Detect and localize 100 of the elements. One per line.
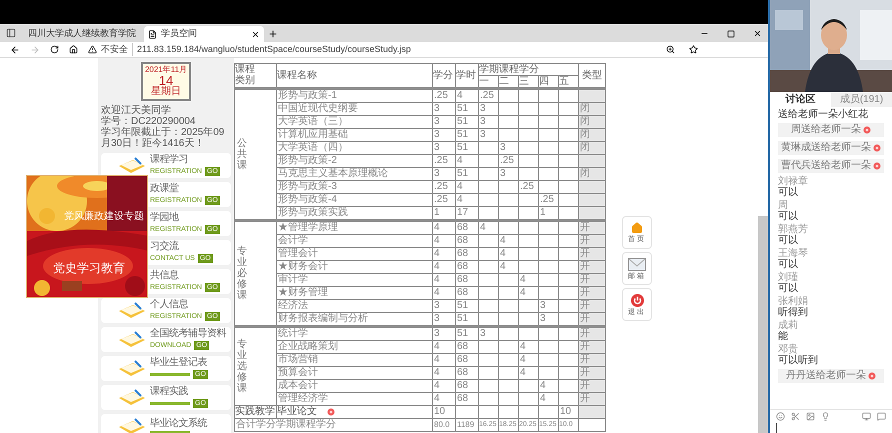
gift-text: 黄琳成送给老师一朵 [781, 143, 871, 153]
term-cell [499, 194, 518, 206]
menu-label: 课程学习 [150, 155, 189, 165]
type-cell [579, 194, 605, 206]
message-icon[interactable] [877, 412, 886, 421]
hours-cell: 68 [456, 367, 478, 379]
power-icon [630, 294, 644, 306]
term-cell [559, 313, 578, 325]
term-cell [559, 354, 578, 366]
type-cell: 开 [579, 248, 605, 260]
course-name: 毕业论文 [277, 406, 432, 418]
banner-popup[interactable]: 党风廉政建设专题 党史学习教育 [26, 175, 148, 298]
menu-label: 政课堂 [150, 184, 180, 194]
type-cell: 闭 [579, 142, 605, 154]
column-header: 类型 [579, 64, 605, 87]
type-cell [579, 90, 605, 102]
close-icon[interactable] [251, 30, 260, 38]
emoji-icon[interactable] [776, 412, 785, 421]
term-cell [559, 181, 578, 193]
zoom-icon[interactable] [666, 45, 675, 54]
credit-cell: 80.0 [433, 419, 455, 431]
term-cell [539, 116, 558, 128]
hours-cell: 4 [456, 155, 478, 167]
credit-cell: .25 [433, 181, 455, 193]
menu-card[interactable]: 毕业论文系统 [101, 414, 231, 433]
term-cell: 4 [499, 248, 518, 260]
page-icon [148, 30, 157, 38]
refresh-icon[interactable] [50, 45, 59, 54]
home-icon[interactable] [69, 45, 78, 54]
term-cell [499, 328, 518, 340]
term-cell [559, 393, 578, 405]
tab-actions-icon[interactable] [6, 28, 16, 38]
credit-cell: 4 [433, 261, 455, 273]
type-cell: 开 [579, 328, 605, 340]
credit-cell: 3 [433, 103, 455, 115]
scrollbar[interactable] [758, 216, 768, 433]
lightbulb-icon[interactable] [821, 412, 830, 421]
sender-name: 王海琴 [778, 248, 809, 259]
menu-bar [150, 373, 190, 376]
term-cell [499, 354, 518, 366]
term-cell: 10 [559, 406, 578, 418]
hours-cell: 68 [456, 235, 478, 247]
favorite-icon[interactable] [689, 45, 698, 54]
menu-label: 习交流 [150, 242, 180, 252]
back-icon[interactable] [10, 44, 20, 54]
course-name: 形势与政策实践 [277, 207, 432, 219]
credit-cell: 3 [433, 300, 455, 312]
course-name: 计算机应用基础 [277, 129, 432, 141]
hours-cell: 51 [456, 168, 478, 180]
term-cell [559, 367, 578, 379]
term-cell [559, 168, 578, 180]
gift-text: 曹代兵送给老师一朵 [781, 161, 871, 171]
hours-cell: 1189 [456, 419, 478, 431]
term-cell [539, 328, 558, 340]
type-cell: 开 [579, 261, 605, 273]
term-cell [499, 129, 518, 141]
term-cell: 3 [479, 328, 498, 340]
term-cell [479, 235, 498, 247]
monitor-icon[interactable] [862, 412, 871, 421]
sender-name: 刘禄章 [778, 176, 809, 187]
term-cell [499, 341, 518, 353]
term-cell [499, 116, 518, 128]
type-cell: 开 [579, 354, 605, 366]
hours-cell: 4 [456, 90, 478, 102]
scissors-icon[interactable] [791, 412, 800, 421]
term-cell [559, 235, 578, 247]
term-cell [559, 194, 578, 206]
term-cell [479, 168, 498, 180]
new-tab-icon[interactable] [268, 29, 278, 39]
hours-cell [456, 406, 478, 418]
term-cell [519, 248, 538, 260]
maximize-icon[interactable] [727, 30, 735, 38]
close-icon[interactable] [753, 29, 762, 38]
flower-icon [873, 144, 881, 152]
term-cell [519, 406, 538, 418]
course-name: 审计学 [277, 274, 432, 286]
term-cell [479, 155, 498, 167]
term-cell [559, 300, 578, 312]
term-cell [499, 222, 518, 234]
credit-cell: 3 [433, 168, 455, 180]
column-header: 课程类别 [235, 64, 276, 87]
flower-icon [873, 162, 881, 170]
term-cell [519, 235, 538, 247]
term-cell: .25 [519, 181, 538, 193]
term-cell [499, 103, 518, 115]
sender-name: 刘瑾 [778, 272, 799, 283]
sender-name: 成莉 [778, 320, 799, 331]
notebook-pencil-icon [117, 330, 147, 350]
hours-cell: 68 [456, 341, 478, 353]
term-cell [539, 103, 558, 115]
sender-name: 郭燕芳 [778, 224, 809, 235]
course-name: 形势与政策-1 [277, 90, 432, 102]
hours-cell: 4 [456, 181, 478, 193]
term-cell [519, 194, 538, 206]
panel-tab[interactable]: 成员(191) [831, 92, 892, 107]
column-header: 学期课程学分 [479, 64, 540, 75]
image-icon[interactable] [806, 412, 815, 421]
term-cell [539, 142, 558, 154]
term-cell: 3 [499, 168, 518, 180]
browser-tab[interactable]: 学员空间 [144, 26, 264, 42]
